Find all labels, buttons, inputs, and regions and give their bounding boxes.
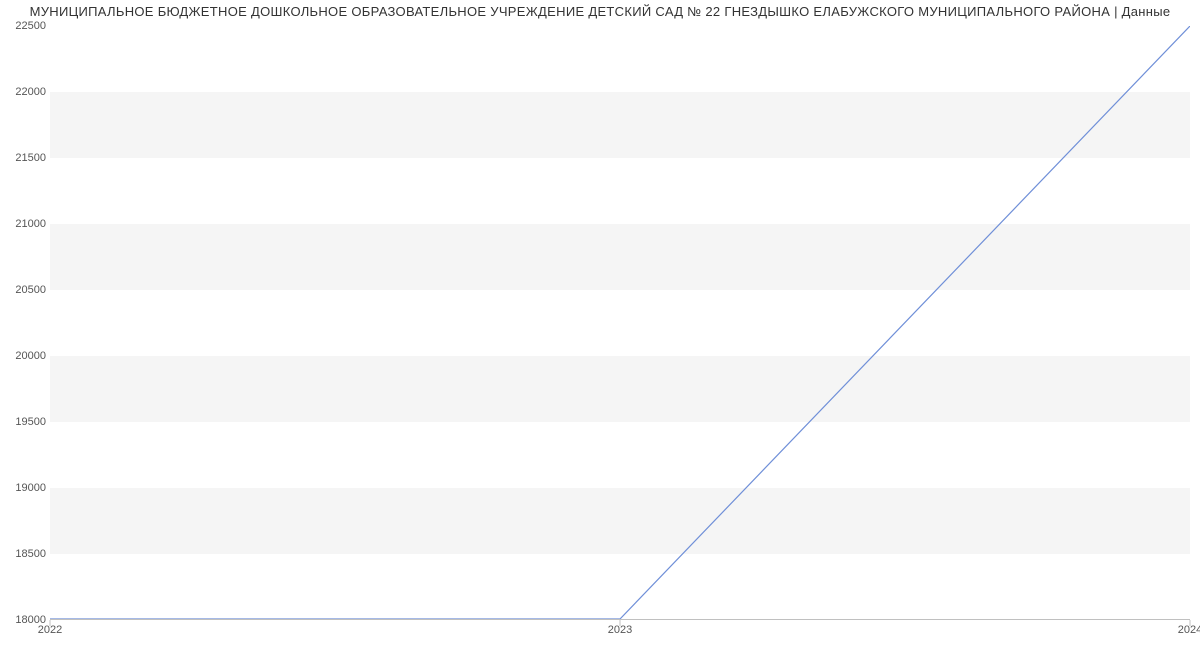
grid-band [50, 488, 1190, 554]
y-tick-label: 21500 [2, 152, 46, 164]
y-tick-label: 20500 [2, 284, 46, 296]
y-tick-label: 20000 [2, 350, 46, 362]
grid-band [50, 224, 1190, 290]
y-tick-label: 22500 [2, 20, 46, 32]
y-tick-label: 19000 [2, 482, 46, 494]
chart-title: МУНИЦИПАЛЬНОЕ БЮДЖЕТНОЕ ДОШКОЛЬНОЕ ОБРАЗ… [0, 4, 1200, 19]
y-tick-label: 19500 [2, 416, 46, 428]
plot-area [50, 26, 1190, 620]
x-tick-mark [1190, 620, 1191, 626]
y-tick-label: 22000 [2, 86, 46, 98]
line-chart: МУНИЦИПАЛЬНОЕ БЮДЖЕТНОЕ ДОШКОЛЬНОЕ ОБРАЗ… [0, 0, 1200, 650]
x-tick-mark [50, 620, 51, 626]
grid-band [50, 92, 1190, 158]
y-tick-label: 21000 [2, 218, 46, 230]
x-tick-mark [620, 620, 621, 626]
grid-band [50, 356, 1190, 422]
y-tick-label: 18500 [2, 548, 46, 560]
